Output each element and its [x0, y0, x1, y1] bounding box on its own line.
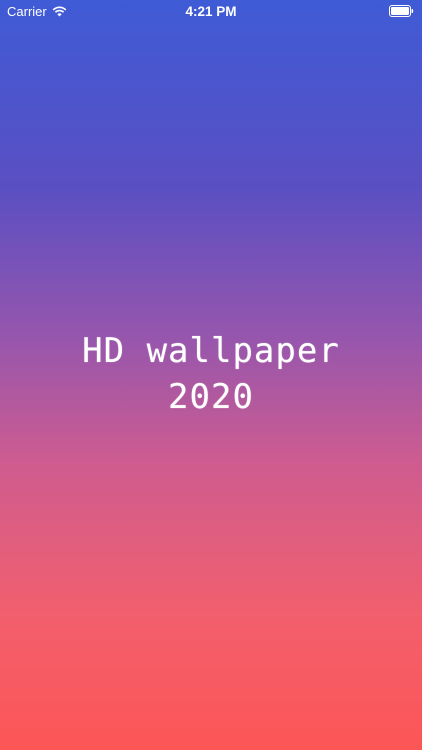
status-time: 4:21 PM: [185, 4, 237, 19]
splash-title-line-2: 2020: [168, 377, 254, 417]
splash-title: HD wallpaper 2020: [0, 328, 422, 420]
status-bar: Carrier 4:21 PM: [0, 0, 422, 22]
battery-icon: [389, 5, 414, 17]
splash-title-line-1: HD wallpaper: [82, 331, 340, 371]
